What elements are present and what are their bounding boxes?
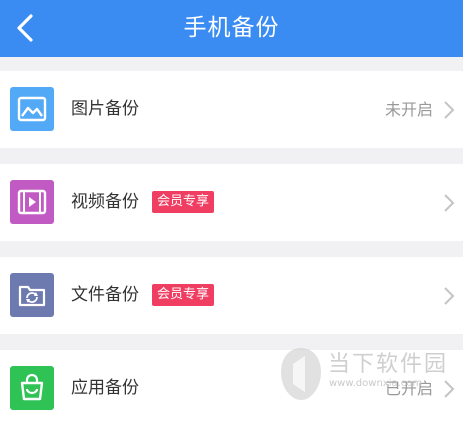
photo-backup-row[interactable]: 图片备份 未开启 — [0, 71, 463, 148]
page-title: 手机备份 — [183, 15, 280, 41]
image-icon — [10, 87, 54, 131]
chevron-right-icon — [444, 194, 455, 212]
row-label: 图片备份 — [71, 99, 139, 119]
video-backup-row[interactable]: 视频备份 会员专享 — [0, 164, 463, 241]
row-label: 视频备份 — [71, 192, 139, 212]
shopping-bag-icon — [10, 366, 54, 410]
watermark: 当下软件园 www.downxia.com — [275, 338, 463, 414]
row-label: 应用备份 — [71, 378, 139, 398]
film-icon — [10, 180, 54, 224]
watermark-logo-icon — [281, 348, 321, 400]
chevron-right-icon — [444, 101, 455, 119]
status-text: 未开启 — [384, 100, 433, 119]
watermark-url: www.downxia.com — [329, 378, 423, 389]
folder-sync-icon — [10, 273, 54, 317]
vip-badge: 会员专享 — [152, 191, 215, 213]
app-header: 手机备份 — [0, 0, 463, 57]
chevron-right-icon — [444, 287, 455, 305]
file-backup-row[interactable]: 文件备份 会员专享 — [0, 257, 463, 334]
vip-badge: 会员专享 — [152, 284, 215, 306]
watermark-text: 当下软件园 — [328, 352, 449, 377]
row-label: 文件备份 — [71, 285, 139, 305]
